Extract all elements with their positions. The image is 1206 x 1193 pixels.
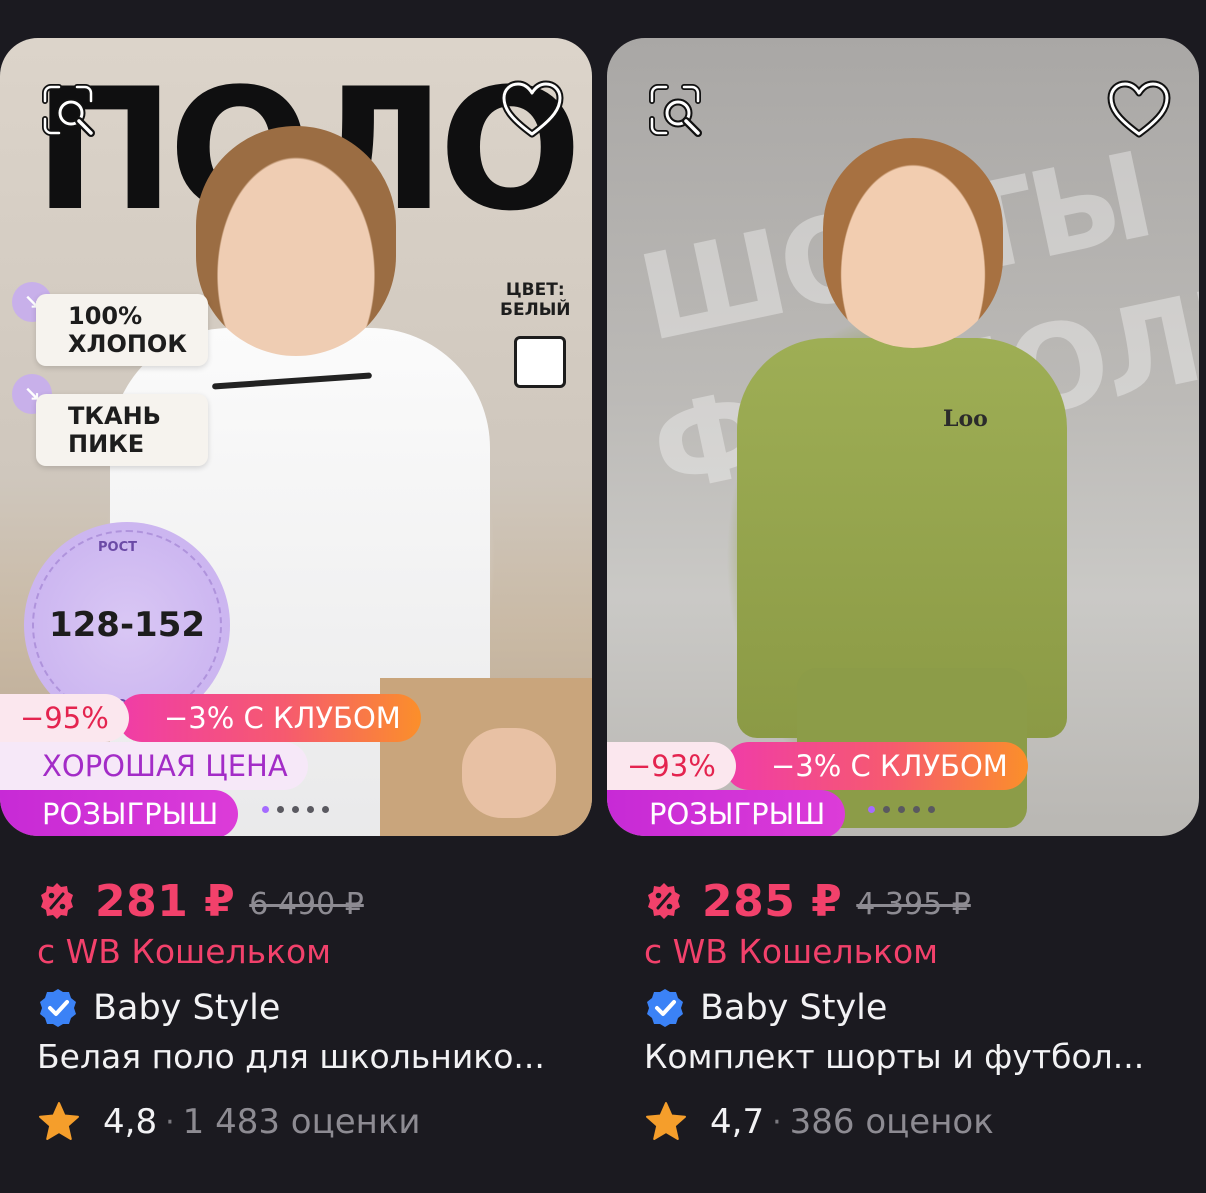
- product-card[interactable]: ШОРТЫ ФУТБОЛКА Loo: [607, 38, 1199, 1144]
- rating-value: 4,8: [103, 1102, 158, 1142]
- photo-head: [823, 138, 1003, 348]
- heart-icon: [500, 80, 564, 138]
- image-search-button[interactable]: [643, 78, 707, 142]
- star-icon: [39, 1102, 79, 1140]
- discount-badge: −95%: [0, 694, 129, 742]
- rating-row: 4,8 · 1 483 оценки: [37, 1100, 592, 1144]
- brand-row[interactable]: Baby Style: [644, 987, 1199, 1029]
- photo-hand: [462, 728, 556, 818]
- old-price: 6 490 ₽: [249, 886, 364, 922]
- verified-check-icon: [40, 989, 76, 1027]
- lottery-badge: РОЗЫГРЫШ: [0, 790, 239, 836]
- product-title[interactable]: Комплект шорты и футбол...: [644, 1037, 1174, 1076]
- current-price: 285 ₽: [702, 875, 843, 927]
- carousel-dot-active[interactable]: [868, 806, 875, 813]
- image-search-icon: [649, 84, 702, 137]
- discount-badge-icon: [648, 883, 680, 919]
- heart-icon: [1107, 80, 1171, 138]
- carousel-dot[interactable]: [277, 806, 284, 813]
- product-grid: ПОЛО ↘ 100% ХЛОПОК ↘ ТКАНЬ ПИКЕ ЦВЕТ: БЕ…: [0, 0, 1206, 1193]
- product-image[interactable]: ПОЛО ↘ 100% ХЛОПОК ↘ ТКАНЬ ПИКЕ ЦВЕТ: БЕ…: [0, 38, 592, 836]
- good-price-badge: ХОРОШАЯ ЦЕНА: [0, 742, 308, 790]
- product-image[interactable]: ШОРТЫ ФУТБОЛКА Loo: [607, 38, 1199, 836]
- image-search-button[interactable]: [36, 78, 100, 142]
- club-discount-badge: −3% С КЛУБОМ: [118, 694, 421, 742]
- carousel-dot[interactable]: [883, 806, 890, 813]
- product-info: 285 ₽ 4 395 ₽ с WB Кошельком Baby Style …: [607, 874, 1199, 1144]
- photo-head: [196, 126, 396, 356]
- rating-row: 4,7 · 386 оценок: [644, 1100, 1199, 1144]
- seal-rim: [32, 530, 222, 720]
- price-row: 281 ₽ 6 490 ₽: [37, 874, 592, 928]
- old-price: 4 395 ₽: [856, 886, 971, 922]
- price-row: 285 ₽ 4 395 ₽: [644, 874, 1199, 928]
- reviews-count[interactable]: 1 483 оценки: [183, 1102, 421, 1142]
- size-seal-word: РОСТ: [98, 540, 137, 555]
- brand-row[interactable]: Baby Style: [37, 987, 592, 1029]
- product-title[interactable]: Белая поло для школьнико...: [37, 1037, 567, 1076]
- color-swatch-white: [514, 336, 566, 388]
- brand-name: Baby Style: [93, 988, 281, 1028]
- product-info: 281 ₽ 6 490 ₽ с WB Кошельком Baby Style …: [0, 874, 592, 1144]
- carousel-dot-active[interactable]: [262, 806, 269, 813]
- feature-cotton: 100% ХЛОПОК: [36, 294, 208, 366]
- carousel-dots: [262, 806, 329, 813]
- carousel-dot[interactable]: [898, 806, 905, 813]
- carousel-dots: [868, 806, 935, 813]
- discount-badge-icon: [41, 883, 73, 919]
- star-icon: [646, 1102, 686, 1140]
- separator-dot: ·: [165, 1104, 175, 1140]
- brand-name: Baby Style: [700, 988, 888, 1028]
- discount-badge: −93%: [607, 742, 736, 790]
- wallet-note: с WB Кошельком: [644, 932, 939, 971]
- separator-dot: ·: [772, 1104, 782, 1140]
- product-card[interactable]: ПОЛО ↘ 100% ХЛОПОК ↘ ТКАНЬ ПИКЕ ЦВЕТ: БЕ…: [0, 38, 592, 1144]
- carousel-dot[interactable]: [292, 806, 299, 813]
- carousel-dot[interactable]: [322, 806, 329, 813]
- favorite-button[interactable]: [500, 78, 564, 142]
- lottery-badge: РОЗЫГРЫШ: [607, 790, 846, 836]
- carousel-dot[interactable]: [307, 806, 314, 813]
- reviews-count[interactable]: 386 оценок: [790, 1102, 994, 1142]
- club-discount-badge: −3% С КЛУБОМ: [725, 742, 1028, 790]
- rating-value: 4,7: [710, 1102, 765, 1142]
- current-price: 281 ₽: [95, 875, 236, 927]
- carousel-dot[interactable]: [928, 806, 935, 813]
- color-label: ЦВЕТ: БЕЛЫЙ: [500, 280, 571, 320]
- verified-check-icon: [647, 989, 683, 1027]
- wallet-note: с WB Кошельком: [37, 932, 332, 971]
- feature-pique: ТКАНЬ ПИКЕ: [36, 394, 208, 466]
- carousel-dot[interactable]: [913, 806, 920, 813]
- favorite-button[interactable]: [1107, 78, 1171, 142]
- shirt-logo: Loo: [943, 406, 988, 432]
- image-search-icon: [42, 84, 95, 137]
